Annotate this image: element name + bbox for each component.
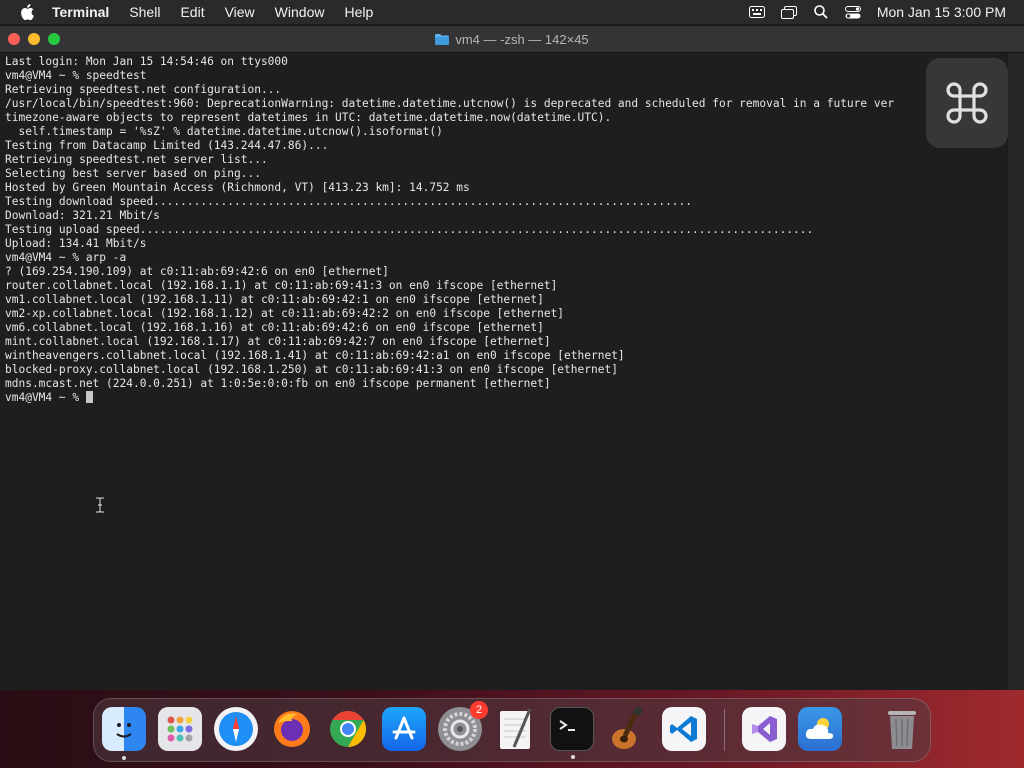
terminal-line: self.timestamp = '%sZ' % datetime.dateti… bbox=[5, 125, 443, 138]
menu-window[interactable]: Window bbox=[275, 4, 325, 20]
zoom-window-button[interactable] bbox=[48, 33, 60, 45]
window-title: vm4 — -zsh — 142×45 bbox=[455, 31, 589, 47]
finder-running-indicator bbox=[122, 756, 126, 760]
terminal-scrollbar[interactable] bbox=[1007, 53, 1024, 690]
terminal-line: Retrieving speedtest.net configuration..… bbox=[5, 83, 282, 96]
dock: 2 bbox=[93, 698, 931, 762]
terminal-line: Hosted by Green Mountain Access (Richmon… bbox=[5, 181, 470, 194]
close-window-button[interactable] bbox=[8, 33, 20, 45]
control-center-icon[interactable] bbox=[844, 5, 861, 19]
trash-icon[interactable] bbox=[880, 707, 924, 751]
terminal-window: vm4 — -zsh — 142×45 Last login: Mon Jan … bbox=[0, 26, 1024, 690]
command-key-icon bbox=[946, 82, 988, 124]
terminal-line: vm4@VM4 ~ % speedtest bbox=[5, 69, 147, 82]
menu-bar-clock[interactable]: Mon Jan 15 3:00 PM bbox=[877, 4, 1006, 20]
terminal-line: vm4@VM4 ~ % arp -a bbox=[5, 251, 127, 264]
terminal-line: ? (169.254.190.109) at c0:11:ab:69:42:6 … bbox=[5, 265, 389, 278]
menu-help[interactable]: Help bbox=[344, 4, 373, 20]
terminal-line: blocked-proxy.collabnet.local (192.168.1… bbox=[5, 363, 618, 376]
terminal-text: Last login: Mon Jan 15 14:54:46 on ttys0… bbox=[0, 53, 1008, 405]
search-icon[interactable] bbox=[813, 5, 829, 19]
menu-app-name[interactable]: Terminal bbox=[52, 4, 109, 20]
finder-icon[interactable] bbox=[102, 707, 146, 760]
apple-menu-icon[interactable] bbox=[18, 3, 36, 21]
terminal-line: Testing upload speed....................… bbox=[5, 223, 814, 236]
text-cursor-ibeam-icon bbox=[95, 496, 105, 514]
terminal-line: Testing from Datacamp Limited (143.244.4… bbox=[5, 139, 329, 152]
terminal-output[interactable]: Last login: Mon Jan 15 14:54:46 on ttys0… bbox=[0, 53, 1008, 690]
terminal-line: vm6.collabnet.local (192.168.1.16) at c0… bbox=[5, 321, 544, 334]
terminal-line: Upload: 134.41 Mbit/s bbox=[5, 237, 147, 250]
terminal-cursor bbox=[85, 391, 93, 403]
weather-icon[interactable] bbox=[798, 707, 842, 751]
shell-prompt: vm4@VM4 ~ % bbox=[5, 391, 86, 404]
minimize-window-button[interactable] bbox=[28, 33, 40, 45]
terminal-line: mdns.mcast.net (224.0.0.251) at 1:0:5e:0… bbox=[5, 377, 551, 390]
dock-separator bbox=[724, 709, 725, 751]
terminal-line: timezone-aware objects to represent date… bbox=[5, 111, 612, 124]
terminal-line: Selecting best server based on ping... bbox=[5, 167, 261, 180]
system-settings-icon[interactable]: 2 bbox=[438, 701, 488, 751]
notification-badge: 2 bbox=[470, 701, 488, 719]
firefox-icon[interactable] bbox=[270, 707, 314, 751]
chrome-icon[interactable] bbox=[326, 707, 370, 751]
menu-bar: Terminal Shell Edit View Window Help Mon… bbox=[0, 0, 1024, 24]
menu-view[interactable]: View bbox=[225, 4, 255, 20]
visual-studio-icon[interactable] bbox=[742, 707, 786, 751]
terminal-line: mint.collabnet.local (192.168.1.17) at c… bbox=[5, 335, 551, 348]
terminal-icon[interactable] bbox=[550, 707, 594, 759]
textedit-icon[interactable] bbox=[494, 707, 538, 751]
terminal-running-indicator bbox=[571, 755, 575, 759]
menu-edit[interactable]: Edit bbox=[180, 4, 204, 20]
vscode-icon[interactable] bbox=[662, 707, 706, 751]
launchpad-icon[interactable] bbox=[158, 707, 202, 751]
window-display-icon[interactable] bbox=[780, 5, 797, 19]
terminal-line: Retrieving speedtest.net server list... bbox=[5, 153, 268, 166]
terminal-prompt-line: vm4@VM4 ~ % bbox=[5, 391, 1008, 405]
safari-icon[interactable] bbox=[214, 707, 258, 751]
garageband-icon[interactable] bbox=[606, 707, 650, 751]
window-title-area: vm4 — -zsh — 142×45 bbox=[0, 26, 1024, 52]
window-titlebar[interactable]: vm4 — -zsh — 142×45 bbox=[0, 26, 1024, 53]
terminal-line: Last login: Mon Jan 15 14:54:46 on ttys0… bbox=[5, 55, 288, 68]
terminal-line: vm2-xp.collabnet.local (192.168.1.12) at… bbox=[5, 307, 565, 320]
terminal-line: wintheavengers.collabnet.local (192.168.… bbox=[5, 349, 625, 362]
terminal-line: Download: 321.21 Mbit/s bbox=[5, 209, 160, 222]
keyboard-input-icon[interactable] bbox=[748, 5, 765, 19]
folder-icon bbox=[435, 33, 450, 45]
terminal-line: vm1.collabnet.local (192.168.1.11) at c0… bbox=[5, 293, 544, 306]
command-key-overlay bbox=[926, 58, 1008, 148]
terminal-line: router.collabnet.local (192.168.1.1) at … bbox=[5, 279, 558, 292]
terminal-line: /usr/local/bin/speedtest:960: Deprecatio… bbox=[5, 97, 895, 110]
terminal-line: Testing download speed..................… bbox=[5, 195, 693, 208]
app-store-icon[interactable] bbox=[382, 707, 426, 751]
menu-shell[interactable]: Shell bbox=[129, 4, 160, 20]
